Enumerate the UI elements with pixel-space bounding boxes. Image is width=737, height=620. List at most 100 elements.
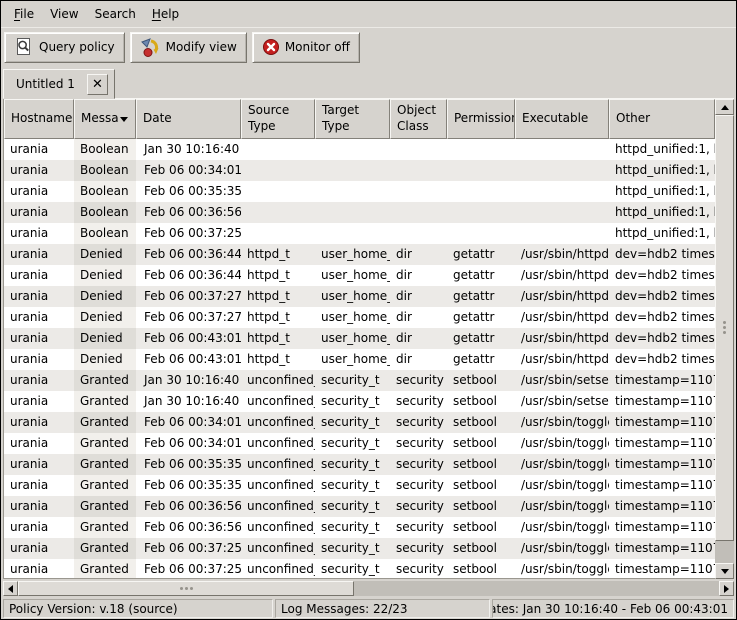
table-row[interactable]: uraniaDeniedFeb 06 00:43:01httpd_tuser_h… (4, 328, 715, 349)
table-row[interactable]: uraniaGrantedFeb 06 00:35:35unconfined_s… (4, 454, 715, 475)
table-cell: Feb 06 00:37:25 (136, 538, 241, 559)
status-bar: Policy Version: v.18 (source) Log Messag… (1, 597, 736, 619)
table-cell: Denied (74, 265, 136, 286)
table-row[interactable]: uraniaGrantedJan 30 10:16:40unconfined_s… (4, 391, 715, 412)
column-header-other[interactable]: Other (609, 99, 715, 139)
column-header-target-type[interactable]: Target Type (315, 99, 390, 139)
column-header-date[interactable]: Date (136, 99, 241, 139)
table-cell: Granted (74, 412, 136, 433)
table-cell: /usr/sbin/toggle (515, 538, 609, 559)
column-header-executable[interactable]: Executable (515, 99, 609, 139)
table-cell (447, 181, 515, 202)
table-cell: Granted (74, 496, 136, 517)
table-cell: unconfined_ (241, 496, 315, 517)
table-cell: /usr/sbin/toggle (515, 433, 609, 454)
table-cell (315, 223, 390, 244)
arrow-up-icon (721, 105, 729, 110)
horizontal-scrollbar[interactable] (3, 581, 734, 596)
sort-descending-icon (120, 117, 128, 122)
table-cell: Jan 30 10:16:40 (136, 391, 241, 412)
table-cell: setbool (447, 517, 515, 538)
table-cell: dir (390, 286, 447, 307)
vertical-scrollbar-track[interactable] (715, 115, 734, 563)
table-cell (515, 223, 609, 244)
table-cell: dev=hdb2 timesta (609, 244, 715, 265)
table-row[interactable]: uraniaBooleanFeb 06 00:34:01httpd_unifie… (4, 160, 715, 181)
table-cell: getattr (447, 244, 515, 265)
table-cell: getattr (447, 349, 515, 370)
menu-search[interactable]: Search (87, 3, 144, 25)
table-row[interactable]: uraniaDeniedFeb 06 00:43:01httpd_tuser_h… (4, 349, 715, 370)
table-cell: urania (4, 139, 74, 160)
table-row[interactable]: uraniaDeniedFeb 06 00:37:27httpd_tuser_h… (4, 307, 715, 328)
table-cell: dev=hdb2 timesta (609, 349, 715, 370)
table-cell: urania (4, 307, 74, 328)
table-row[interactable]: uraniaGrantedFeb 06 00:36:56unconfined_s… (4, 496, 715, 517)
table-cell: urania (4, 475, 74, 496)
table-cell: Feb 06 00:43:01 (136, 328, 241, 349)
column-header-message[interactable]: Messa (74, 99, 136, 139)
table-cell: security_t (315, 433, 390, 454)
table-cell (241, 223, 315, 244)
arrow-left-icon (8, 585, 13, 593)
table-cell: unconfined_ (241, 559, 315, 578)
vertical-scrollbar-thumb[interactable] (715, 115, 734, 541)
table-row[interactable]: uraniaGrantedFeb 06 00:34:01unconfined_s… (4, 412, 715, 433)
table-cell: /usr/sbin/toggle (515, 517, 609, 538)
table-row[interactable]: uraniaGrantedJan 30 10:16:40unconfined_s… (4, 370, 715, 391)
horizontal-scrollbar-thumb[interactable] (18, 581, 354, 596)
modify-view-button[interactable]: Modify view (130, 32, 247, 63)
table-cell: Feb 06 00:36:44 (136, 244, 241, 265)
table-cell: timestamp=11076 (609, 496, 715, 517)
table-cell: Denied (74, 286, 136, 307)
menu-view[interactable]: View (42, 3, 86, 25)
table-row[interactable]: uraniaBooleanFeb 06 00:36:56httpd_unifie… (4, 202, 715, 223)
scroll-right-button[interactable] (719, 581, 734, 596)
table-cell: user_home_ (315, 265, 390, 286)
tab-close-button[interactable]: ✕ (87, 74, 108, 95)
table-cell (447, 139, 515, 160)
scroll-up-button[interactable] (715, 99, 734, 115)
table-cell: Granted (74, 559, 136, 578)
table-cell: unconfined_ (241, 370, 315, 391)
table-cell: Feb 06 00:36:44 (136, 265, 241, 286)
table-cell: timestamp=11076 (609, 538, 715, 559)
table-cell: urania (4, 328, 74, 349)
scroll-down-button[interactable] (715, 563, 734, 579)
table-row[interactable]: uraniaGrantedFeb 06 00:35:35unconfined_s… (4, 475, 715, 496)
column-header-object-class[interactable]: Object Class (390, 99, 447, 139)
table-cell: dev=hdb2 timesta (609, 307, 715, 328)
table-row[interactable]: uraniaDeniedFeb 06 00:36:44httpd_tuser_h… (4, 244, 715, 265)
table-cell: Granted (74, 538, 136, 559)
table-cell: httpd_t (241, 328, 315, 349)
table-cell: security_t (315, 496, 390, 517)
table-row[interactable]: uraniaGrantedFeb 06 00:36:56unconfined_s… (4, 517, 715, 538)
table-row[interactable]: uraniaBooleanFeb 06 00:35:35httpd_unifie… (4, 181, 715, 202)
table-cell: Feb 06 00:37:25 (136, 223, 241, 244)
table-row[interactable]: uraniaBooleanJan 30 10:16:40httpd_unifie… (4, 139, 715, 160)
query-policy-button[interactable]: Query policy (4, 32, 125, 63)
table-cell (515, 139, 609, 160)
table-cell: security (390, 433, 447, 454)
vertical-scrollbar[interactable] (715, 99, 734, 579)
tab-untitled-1[interactable]: Untitled 1 ✕ (3, 69, 115, 99)
table-row[interactable]: uraniaGrantedFeb 06 00:37:25unconfined_s… (4, 538, 715, 559)
table-row[interactable]: uraniaDeniedFeb 06 00:37:27httpd_tuser_h… (4, 286, 715, 307)
table-cell: urania (4, 517, 74, 538)
monitor-off-button[interactable]: Monitor off (252, 32, 360, 63)
menu-help[interactable]: Help (144, 3, 187, 25)
table-cell: timestamp=11076 (609, 559, 715, 578)
table-row[interactable]: uraniaGrantedFeb 06 00:37:25unconfined_s… (4, 559, 715, 578)
column-header-permission[interactable]: Permission (447, 99, 515, 139)
table-row[interactable]: uraniaBooleanFeb 06 00:37:25httpd_unifie… (4, 223, 715, 244)
table-row[interactable]: uraniaGrantedFeb 06 00:34:01unconfined_s… (4, 433, 715, 454)
log-messages-status: Log Messages: 22/23 (275, 599, 490, 618)
column-header-hostname[interactable]: Hostname (4, 99, 74, 139)
menu-file[interactable]: File (6, 3, 42, 25)
table-cell: security (390, 496, 447, 517)
table-row[interactable]: uraniaDeniedFeb 06 00:36:44httpd_tuser_h… (4, 265, 715, 286)
horizontal-scrollbar-track[interactable] (18, 581, 719, 596)
table-cell: httpd_unified:1, h (609, 202, 715, 223)
column-header-source-type[interactable]: Source Type (241, 99, 315, 139)
scroll-left-button[interactable] (3, 581, 18, 596)
